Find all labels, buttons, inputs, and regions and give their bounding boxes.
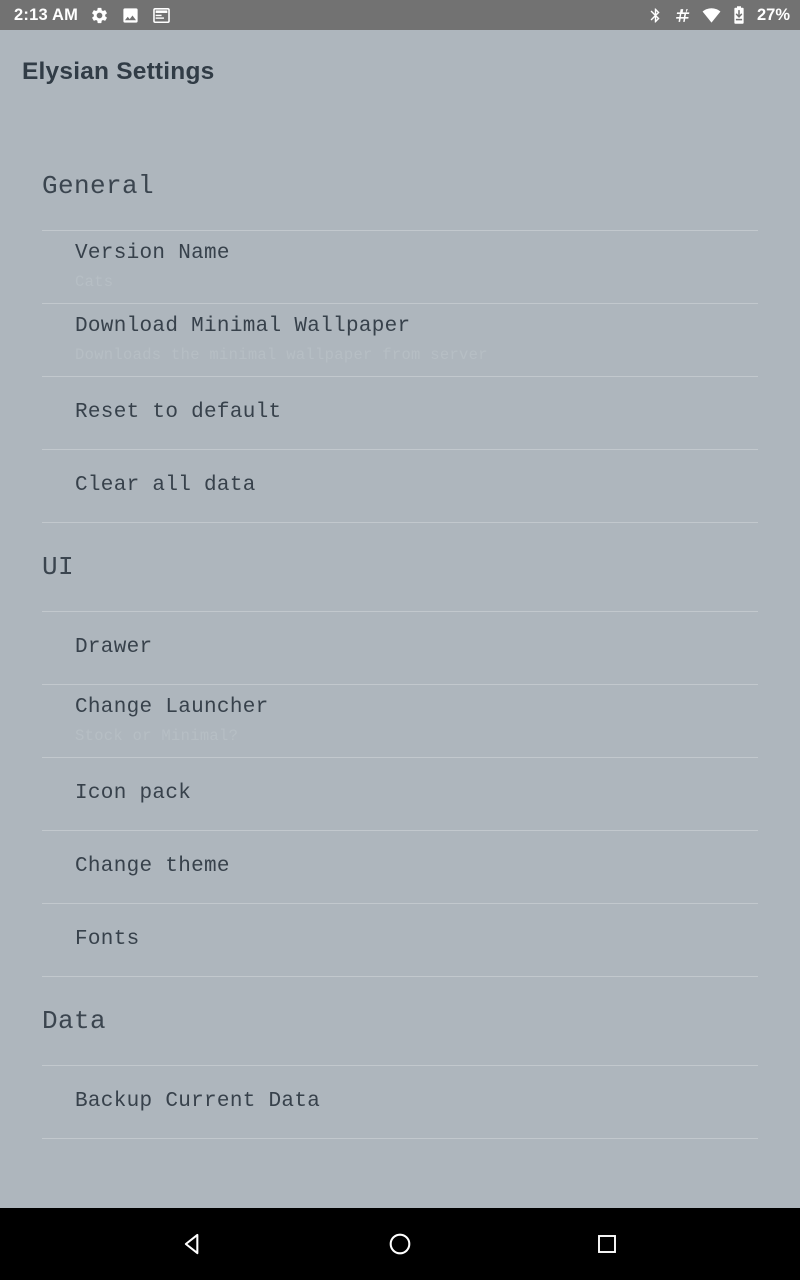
settings-row-title: Change theme — [75, 854, 230, 878]
settings-row[interactable]: Icon pack — [0, 758, 800, 830]
battery-percent-label: 27% — [756, 5, 790, 24]
back-icon[interactable] — [162, 1213, 224, 1275]
settings-row[interactable]: Backup Current Data — [0, 1066, 800, 1138]
page-title: Elysian Settings — [22, 57, 215, 85]
settings-row-title: Version Name — [75, 242, 230, 266]
settings-list: General Version Name Cats Download Minimal … — [0, 114, 800, 1139]
settings-row[interactable]: Reset to default — [0, 377, 800, 449]
status-bar-right: 27% — [647, 5, 790, 25]
bluetooth-icon — [647, 6, 664, 25]
app-bar: Elysian Settings — [0, 30, 800, 114]
hash-icon — [674, 6, 691, 25]
section-header: General — [42, 171, 155, 201]
settings-row-title: Download Minimal Wallpaper — [75, 315, 411, 339]
android-navigation-bar — [0, 1208, 800, 1280]
section-header: Data — [42, 1006, 107, 1036]
settings-scroll-area[interactable]: General Version Name Cats Download Minimal … — [0, 114, 800, 1208]
section-header: UI — [42, 552, 75, 582]
recents-icon[interactable] — [576, 1213, 638, 1275]
settings-row-subtitle: Cats — [75, 272, 114, 291]
settings-row-subtitle: Stock or Minimal? — [75, 726, 239, 745]
status-bar-left: 2:13 AM — [14, 6, 647, 25]
image-icon — [121, 6, 140, 25]
window-icon — [152, 6, 171, 25]
status-bar: 2:13 AM 27% — [0, 0, 800, 30]
settings-row-title: Icon pack — [75, 781, 192, 805]
settings-row-title: Clear all data — [75, 473, 256, 497]
settings-row-title: Drawer — [75, 635, 153, 659]
settings-row[interactable]: Change Launcher Stock or Minimal? — [0, 685, 800, 757]
phone-screen: 2:13 AM 27% Elysian Settings General Ver… — [0, 0, 800, 1280]
settings-row[interactable]: Version Name Cats — [0, 231, 800, 303]
settings-row-title: Reset to default — [75, 400, 282, 424]
home-icon[interactable] — [369, 1213, 431, 1275]
wifi-icon — [701, 6, 722, 25]
status-bar-clock: 2:13 AM — [14, 5, 79, 24]
gear-icon — [90, 6, 109, 25]
settings-row-subtitle: Downloads the minimal wallpaper from ser… — [75, 345, 488, 364]
settings-row[interactable]: Drawer — [0, 612, 800, 684]
divider — [42, 1138, 758, 1139]
battery-icon — [732, 5, 746, 25]
settings-row-title: Backup Current Data — [75, 1089, 321, 1113]
settings-row[interactable]: Change theme — [0, 831, 800, 903]
settings-row[interactable]: Download Minimal Wallpaper Downloads the … — [0, 304, 800, 376]
settings-row[interactable]: Clear all data — [0, 450, 800, 522]
settings-row-title: Change Launcher — [75, 696, 269, 720]
settings-row-title: Fonts — [75, 927, 140, 951]
settings-row[interactable]: Fonts — [0, 904, 800, 976]
